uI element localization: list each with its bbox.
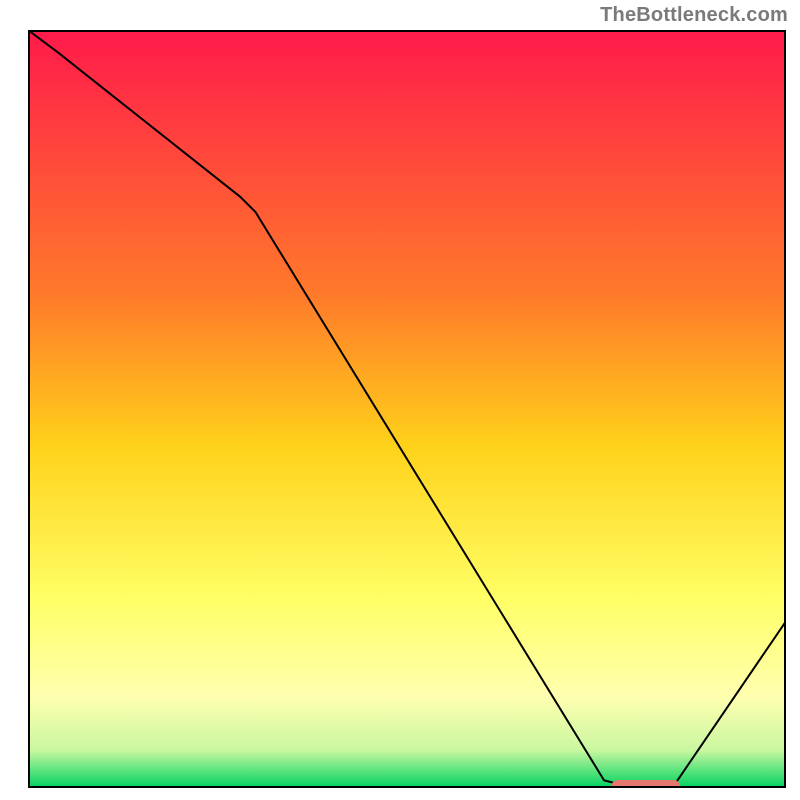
bottleneck-chart xyxy=(0,0,800,800)
gradient-background xyxy=(28,30,786,788)
plot-area xyxy=(28,30,786,792)
